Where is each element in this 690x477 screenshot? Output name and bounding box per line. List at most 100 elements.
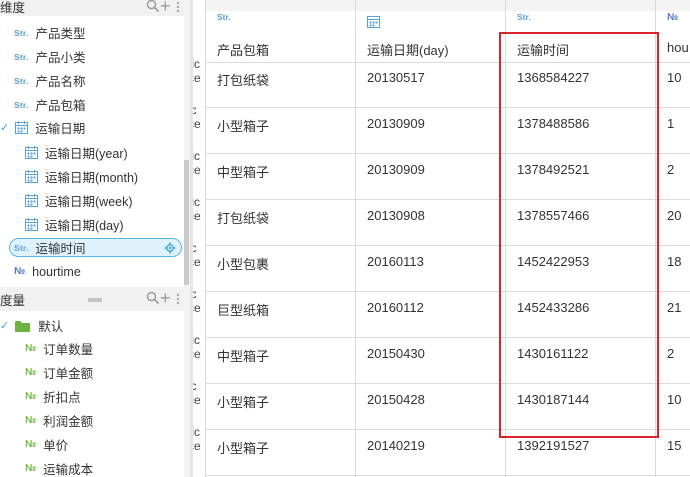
column-divider[interactable] xyxy=(355,0,356,477)
clipped-cell: fic ce xyxy=(193,425,201,453)
dimension-field[interactable]: Str. 产品小类 xyxy=(14,45,86,68)
row-divider xyxy=(205,475,690,476)
table-cell[interactable]: 20130908 xyxy=(367,208,425,223)
number-type-icon: № xyxy=(25,367,37,378)
measure-field[interactable]: № 订单数量 xyxy=(25,337,93,360)
table-cell[interactable]: 小型箱子 xyxy=(217,392,269,411)
table-cell[interactable]: 10 xyxy=(667,392,681,407)
field-panel-scroll-thumb[interactable] xyxy=(184,160,189,285)
dimension-field[interactable]: Str. 运输时间 xyxy=(9,238,182,257)
dimension-field[interactable]: 运输日期(week) xyxy=(25,189,133,212)
column-header[interactable]: hou xyxy=(667,40,689,55)
field-label: 运输成本 xyxy=(43,463,94,477)
field-label: 运输日期(day) xyxy=(45,219,124,233)
field-label: 单价 xyxy=(43,439,69,453)
measure-field[interactable]: № 利润金额 xyxy=(25,409,93,432)
calendar-icon xyxy=(25,170,38,183)
string-type-icon: Str. xyxy=(517,12,531,22)
dimension-field[interactable]: 运输日期(month) xyxy=(25,165,138,188)
table-cell[interactable]: 21 xyxy=(667,300,681,315)
measure-folder[interactable]: ✓ 默认 xyxy=(0,314,63,337)
clipped-cell: ic ce xyxy=(193,379,201,407)
table-cell[interactable]: 20130909 xyxy=(367,162,425,177)
calendar-icon xyxy=(25,218,38,231)
add-icon[interactable]: + xyxy=(160,0,171,15)
clipped-cell: fic ce xyxy=(193,57,201,85)
table-cell[interactable]: 20130909 xyxy=(367,116,425,131)
field-label: 运输日期(week) xyxy=(45,195,133,209)
dimension-field[interactable]: ✓ 运输日期 xyxy=(0,116,85,139)
field-label: 订单数量 xyxy=(43,343,94,357)
dimension-field[interactable]: Str. 产品包箱 xyxy=(14,93,86,116)
calendar-icon xyxy=(25,146,38,159)
table-cell[interactable]: 中型箱子 xyxy=(217,346,269,365)
table-cell[interactable]: 20150428 xyxy=(367,392,425,407)
field-label: 折扣点 xyxy=(43,391,81,405)
string-type-icon: Str. xyxy=(14,242,29,253)
table-cell[interactable]: 打包纸袋 xyxy=(217,208,269,227)
check-icon: ✓ xyxy=(0,320,10,332)
table-cell[interactable]: 小型箱子 xyxy=(217,438,269,457)
field-label: 产品小类 xyxy=(35,51,86,65)
table-cell[interactable]: 2 xyxy=(667,162,674,177)
dimension-field[interactable]: 运输日期(year) xyxy=(25,141,128,164)
table-cell[interactable]: 20150430 xyxy=(367,346,425,361)
field-label: 运输日期(year) xyxy=(45,147,128,161)
table-cell[interactable]: 20 xyxy=(667,208,681,223)
column-header[interactable]: 产品包箱 xyxy=(217,40,269,59)
field-label: 产品名称 xyxy=(35,75,86,89)
drag-handle-icon[interactable] xyxy=(88,298,102,302)
calendar-icon xyxy=(25,194,38,207)
clipped-cell: ic ce xyxy=(193,103,201,131)
string-type-icon: Str. xyxy=(14,99,29,110)
table-cell[interactable]: 20140219 xyxy=(367,438,425,453)
table-cell[interactable]: 小型箱子 xyxy=(217,116,269,135)
table-cell[interactable]: 15 xyxy=(667,438,681,453)
clipped-cell: fic ce xyxy=(193,149,201,177)
field-label: hourtime xyxy=(32,264,81,279)
gear-icon[interactable] xyxy=(164,242,176,254)
add-icon[interactable]: + xyxy=(160,289,171,307)
folder-icon xyxy=(15,320,31,332)
table-cell[interactable]: 20130517 xyxy=(367,70,425,85)
number-type-icon: № xyxy=(14,266,26,277)
table-cell[interactable]: 10 xyxy=(667,70,681,85)
field-label: 订单金额 xyxy=(43,367,94,381)
table-cell[interactable]: 2 xyxy=(667,346,674,361)
number-type-icon: № xyxy=(25,439,37,450)
clipped-cell: fic ce xyxy=(193,195,201,223)
table-cell[interactable]: 巨型纸箱 xyxy=(217,300,269,319)
dimension-field[interactable]: Str. 产品名称 xyxy=(14,69,86,92)
dimension-field[interactable]: № hourtime xyxy=(14,260,81,283)
string-type-icon: Str. xyxy=(14,75,29,86)
table-cell[interactable]: 20160113 xyxy=(367,254,424,269)
field-panel: 维度 + Str. 产品类型 Str. 产品小类 Str. 产品名称 Str. 产品包箱 ✓ 运输… xyxy=(0,0,190,477)
dimension-field[interactable]: 运输日期(day) xyxy=(25,213,123,236)
folder-label: 默认 xyxy=(38,320,64,334)
number-type-icon: № xyxy=(25,391,37,402)
table-cell[interactable]: 打包纸袋 xyxy=(217,70,269,89)
clipped-cell: ic ce xyxy=(193,241,201,269)
dimension-header: 维度 + xyxy=(0,0,190,16)
table-cell[interactable]: 小型包裹 xyxy=(217,254,269,273)
measure-field[interactable]: № 折扣点 xyxy=(25,385,81,408)
more-icon[interactable] xyxy=(176,1,182,13)
measure-header: 度量 + xyxy=(0,287,190,311)
dimension-field[interactable]: Str. 产品类型 xyxy=(14,21,86,44)
table-cell[interactable]: 18 xyxy=(667,254,681,269)
table-cell[interactable]: 20160112 xyxy=(367,300,424,315)
field-label: 产品包箱 xyxy=(35,99,86,113)
calendar-icon xyxy=(367,15,380,30)
clipped-cell: ic ce xyxy=(193,287,201,315)
table-cell[interactable]: 1392191527 xyxy=(517,438,589,453)
measure-field[interactable]: № 订单金额 xyxy=(25,361,93,384)
table-cell[interactable]: 中型箱子 xyxy=(217,162,269,181)
field-label: 运输日期(month) xyxy=(45,171,139,185)
more-icon[interactable] xyxy=(176,293,182,305)
column-header[interactable]: 运输日期(day) xyxy=(367,40,449,59)
measure-field[interactable]: № 运输成本 xyxy=(25,457,93,477)
column-divider[interactable] xyxy=(205,0,206,477)
number-type-icon: № xyxy=(25,415,37,426)
table-cell[interactable]: 1 xyxy=(667,116,674,131)
measure-field[interactable]: № 单价 xyxy=(25,433,68,456)
